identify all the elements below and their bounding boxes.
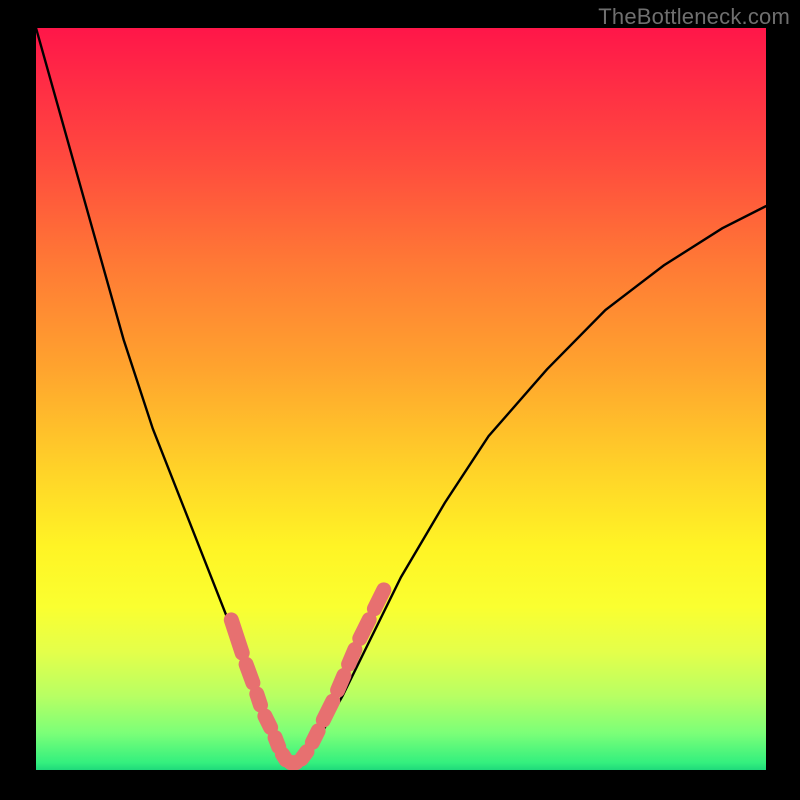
marker-pill <box>338 675 344 690</box>
marker-pill <box>257 694 261 705</box>
marker-pill <box>265 716 271 728</box>
marker-pill <box>231 620 242 653</box>
plot-area <box>36 28 766 770</box>
marker-pill <box>302 752 308 759</box>
marker-pill <box>349 649 355 664</box>
marker-pill <box>246 664 253 683</box>
marker-pill <box>360 620 369 639</box>
marker-pill <box>275 738 279 747</box>
data-point-markers <box>231 590 383 763</box>
bottleneck-v-curve <box>36 28 766 766</box>
marker-pill <box>312 731 318 743</box>
curve-layer <box>36 28 766 770</box>
watermark-text: TheBottleneck.com <box>598 4 790 30</box>
marker-pill <box>374 590 383 609</box>
marker-pill <box>323 701 332 720</box>
chart-frame: TheBottleneck.com <box>0 0 800 800</box>
